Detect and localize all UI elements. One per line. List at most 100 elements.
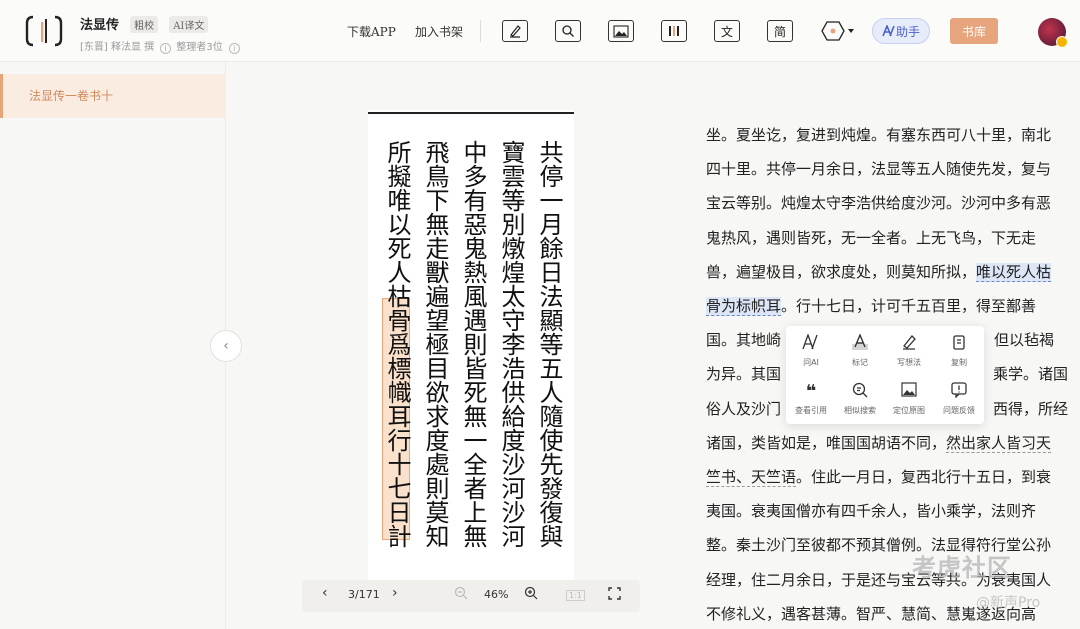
prev-page-icon[interactable]: ‹ bbox=[322, 585, 328, 601]
feedback-icon bbox=[934, 382, 984, 402]
menu-item-label: 查看引用 bbox=[795, 406, 827, 415]
ai-assistant-label: 助手 bbox=[895, 24, 920, 39]
copy-icon bbox=[934, 334, 984, 354]
add-to-shelf-link[interactable]: 加入书架 bbox=[415, 23, 463, 40]
similar-search-button[interactable]: 相似搜索 bbox=[835, 382, 885, 416]
app-logo[interactable] bbox=[24, 14, 64, 48]
cited-text[interactable]: 竺书、天竺语 bbox=[706, 468, 797, 488]
chapter-sidebar: 法显传一卷书十 bbox=[0, 62, 226, 629]
search-tool-button[interactable] bbox=[555, 20, 581, 42]
selected-text[interactable]: 骨为标帜耳 bbox=[706, 297, 782, 317]
text-line: 宝云等别。炖煌太守李浩供给度沙河。沙河中多有恶 bbox=[706, 194, 1052, 213]
zoom-in-icon bbox=[524, 586, 538, 600]
book-title: 法显传 bbox=[80, 18, 120, 33]
author-text: [东晋] 释法显 撰 bbox=[80, 42, 155, 53]
scan-column: 共停一月餘日法顯等五人隨使先發復與 bbox=[535, 140, 563, 548]
page-border-line bbox=[368, 112, 574, 115]
similar-search-icon bbox=[835, 382, 885, 402]
scan-column: 所擬唯以死人枯骨爲標幟耳行十七日計 bbox=[383, 140, 411, 548]
ai-translation-badge[interactable]: AI译文 bbox=[169, 16, 209, 33]
zoom-in-button[interactable] bbox=[524, 586, 538, 603]
write-note-button[interactable]: 写想法 bbox=[884, 334, 934, 368]
pen-icon bbox=[884, 334, 934, 354]
text-segment: 俗人及沙门 bbox=[706, 399, 782, 418]
text-segment: 国。其地崎 bbox=[706, 331, 782, 350]
text-line: 诸国，类皆如是，唯国国胡语不同，然出家人皆习天 bbox=[706, 426, 1066, 460]
text-line: 竺书、天竺语。住此一月日，复西北行十五日，到衰 bbox=[706, 460, 1066, 494]
chevron-down-icon bbox=[848, 29, 854, 33]
hexagon-icon bbox=[821, 21, 845, 41]
zoom-level: 46% bbox=[484, 588, 509, 601]
actual-size-button[interactable]: 1:1 bbox=[566, 590, 585, 601]
selected-text[interactable]: 唯以死人枯 bbox=[976, 262, 1052, 282]
text-segment: 。住此一月日，复西北行十五日，到衰 bbox=[796, 468, 1052, 487]
image-tool-button[interactable] bbox=[608, 20, 634, 42]
image-icon bbox=[613, 24, 629, 38]
text-line: 骨为标帜耳。行十七日，计可千五百里，得至鄯善 bbox=[706, 289, 1066, 323]
scan-column: 寶雲等別燉煌太守李浩供給度沙河沙河 bbox=[497, 140, 525, 548]
fullscreen-button[interactable] bbox=[608, 587, 621, 603]
theme-selector[interactable] bbox=[820, 20, 860, 42]
download-app-link[interactable]: 下载APP bbox=[347, 23, 396, 40]
image-viewer-toolbar: ‹ 3/171 › 46% 1:1 bbox=[302, 580, 640, 612]
header-divider bbox=[480, 20, 481, 42]
text-segment: 乘学。诸国 bbox=[993, 365, 1069, 384]
sidebar-item-chapter[interactable]: 法显传一卷书十 bbox=[0, 74, 226, 118]
organizers-text: 整理者3位 bbox=[176, 42, 223, 53]
next-page-icon[interactable]: › bbox=[392, 585, 398, 601]
copy-button[interactable]: 复制 bbox=[934, 334, 984, 368]
page-indicator: 3/171 bbox=[348, 588, 380, 601]
menu-item-label: 复制 bbox=[951, 358, 967, 367]
mark-button[interactable]: 标记 bbox=[835, 333, 885, 368]
cited-text[interactable]: 然出家人皆习天 bbox=[946, 433, 1052, 453]
watermark: 考虎社区 @新声Pro bbox=[912, 548, 1040, 611]
fullscreen-icon bbox=[608, 587, 621, 600]
ai-logo-icon bbox=[882, 25, 895, 37]
pen-tool-button[interactable] bbox=[502, 20, 528, 42]
locate-original-button[interactable]: 定位原图 bbox=[884, 382, 934, 416]
vertical-text-tool-button[interactable] bbox=[661, 20, 687, 42]
ask-ai-button[interactable]: 问AI bbox=[786, 333, 836, 368]
ai-assistant-button[interactable]: 助手 bbox=[872, 18, 930, 44]
collate-badge: 粗校 bbox=[130, 16, 159, 33]
text-segment: 。行十七日，计可千五百里，得至鄯善 bbox=[781, 297, 1037, 316]
organizers-info-icon[interactable]: i bbox=[228, 43, 240, 54]
menu-item-label: 写想法 bbox=[897, 358, 921, 367]
text-segment: 西得，所经 bbox=[993, 399, 1069, 418]
scan-column: 中多有惡鬼熱風遇則皆死無一全者上無 bbox=[459, 140, 487, 548]
author-info-icon[interactable]: i bbox=[160, 43, 172, 54]
scanned-page-image[interactable]: 共停一月餘日法顯等五人隨使先發復與 寶雲等別燉煌太守李浩供給度沙河沙河 中多有惡… bbox=[368, 110, 574, 580]
text-segment: ，但以毡褐 bbox=[979, 331, 1055, 350]
ai-icon bbox=[786, 333, 836, 354]
text-line: 四十里。共停一月余日，法显等五人随使先发，复与 bbox=[706, 160, 1052, 179]
text-line: 鬼热风，遇则皆死，无一全者。上无飞鸟，下无走 bbox=[706, 228, 1037, 247]
search-icon bbox=[562, 25, 574, 37]
mark-icon bbox=[835, 333, 885, 354]
zoom-out-button[interactable] bbox=[454, 586, 468, 603]
simplified-chinese-button[interactable]: 简 bbox=[767, 20, 793, 42]
menu-item-label: 定位原图 bbox=[893, 406, 925, 415]
text-line: 坐。夏坐讫，复进到炖煌。有塞东西可八十里，南北 bbox=[706, 126, 1052, 144]
text-segment: 诸国，类皆如是，唯国国胡语不同， bbox=[706, 433, 947, 452]
zoom-out-icon bbox=[454, 586, 468, 600]
selection-context-menu: 问AI 标记 写想法 复制 ❝ 查看引用 相似搜索 定位原图 问题反馈 bbox=[786, 326, 984, 424]
scan-column: 飛鳥下無走獸遍望極目欲求度處則莫知 bbox=[421, 140, 449, 548]
view-citations-button[interactable]: ❝ 查看引用 bbox=[786, 382, 836, 416]
vertical-text-icon bbox=[669, 26, 679, 36]
locate-image-icon bbox=[884, 382, 934, 402]
menu-item-label: 标记 bbox=[852, 358, 868, 367]
user-avatar[interactable] bbox=[1038, 18, 1068, 48]
quote-icon: ❝ bbox=[805, 381, 817, 402]
watermark-handle: @新声Pro bbox=[976, 595, 1041, 611]
menu-item-label: 相似搜索 bbox=[844, 406, 876, 415]
text-line: 整。秦土沙门至彼都不预其僧例。法显得符行堂公孙 bbox=[706, 536, 1052, 555]
feedback-button[interactable]: 问题反馈 bbox=[934, 382, 984, 416]
traditional-chinese-button[interactable]: 文 bbox=[714, 20, 740, 42]
chevron-left-icon: ‹ bbox=[223, 338, 229, 354]
library-button[interactable]: 书库 bbox=[950, 18, 998, 44]
text-segment: 兽，遍望极目，欲求度处，则莫知所拟， bbox=[706, 262, 977, 281]
pen-icon bbox=[510, 25, 521, 38]
watermark-brand: 考虎社区 bbox=[912, 554, 1012, 582]
collapse-sidebar-button[interactable]: ‹ bbox=[210, 330, 242, 362]
menu-item-label: 问AI bbox=[803, 358, 819, 367]
